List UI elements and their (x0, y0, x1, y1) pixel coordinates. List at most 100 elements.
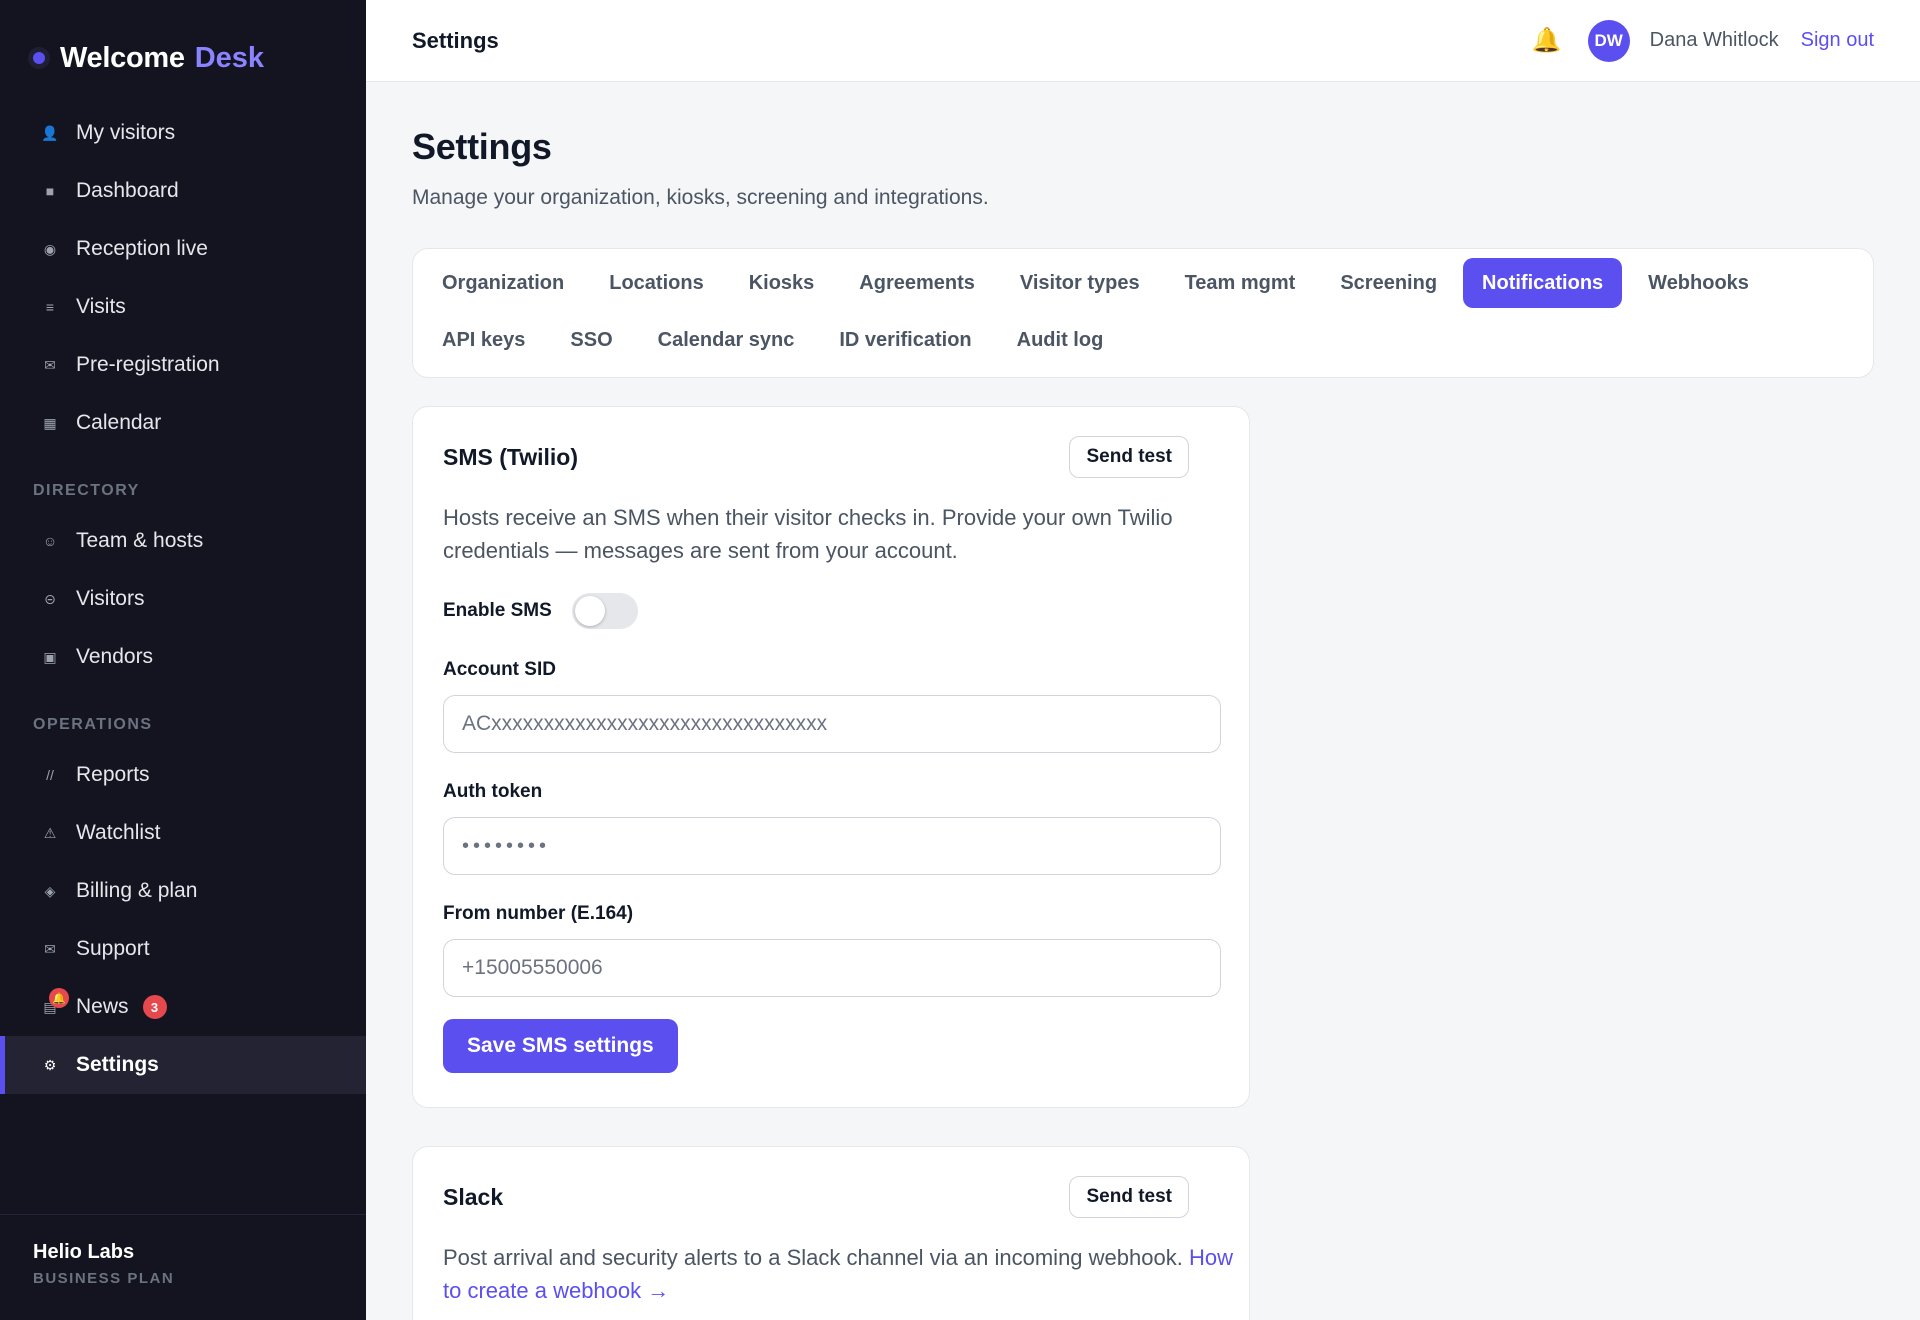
org-name: Helio Labs (33, 1241, 135, 1263)
box-icon: ▣ (43, 648, 57, 665)
tab-calendar-sync[interactable]: Calendar sync (645, 315, 808, 365)
card-description: Hosts receive an SMS when their visitor … (443, 505, 1173, 563)
section-heading-directory: DIRECTORY (33, 482, 140, 499)
notifications-bell-icon[interactable]: 🔔 (1532, 26, 1562, 55)
sidebar-item-label: Dashboard (76, 179, 179, 202)
settings-tabs: Organization Locations Kiosks Agreements… (412, 248, 1874, 378)
sidebar-item-visits[interactable]: ≡ Visits (0, 278, 366, 336)
sidebar-item-label: Team & hosts (76, 529, 204, 552)
tab-kiosks[interactable]: Kiosks (736, 258, 828, 308)
tab-notifications[interactable]: Notifications (1463, 258, 1623, 308)
tab-visitor-types[interactable]: Visitor types (1007, 258, 1153, 308)
sidebar-item-calendar[interactable]: ▦ Calendar (0, 394, 366, 452)
field-label: Enable SMS (443, 600, 552, 621)
page-subtitle: Manage your organization, kiosks, screen… (412, 186, 989, 209)
enable-sms-row: Enable SMS (443, 591, 1219, 631)
sidebar-item-label: Visitors (76, 587, 145, 610)
tab-team-mgmt[interactable]: Team mgmt (1172, 258, 1309, 308)
sidebar-item-label: Calendar (76, 411, 162, 434)
sidebar-item-reports[interactable]: // Reports (0, 746, 366, 804)
sidebar-item-visitors[interactable]: ⊝ Visitors (0, 570, 366, 628)
tab-webhooks[interactable]: Webhooks (1635, 258, 1762, 308)
sign-out-link[interactable]: Sign out (1801, 29, 1874, 52)
tab-screening[interactable]: Screening (1327, 258, 1450, 308)
minus-circle-icon: ⊝ (44, 590, 56, 607)
page-title: Settings (412, 126, 552, 167)
sidebar-item-my-visitors[interactable]: 👤 My visitors (0, 104, 366, 162)
send-test-button[interactable]: Send test (1069, 436, 1189, 478)
sidebar-item-support[interactable]: ✉ Support (0, 920, 366, 978)
save-sms-settings-button[interactable]: Save SMS settings (443, 1019, 678, 1073)
sidebar-item-label: Reports (76, 763, 150, 786)
main-content: Settings Manage your organization, kiosk… (412, 82, 1874, 1320)
sidebar-item-label: Reception live (76, 237, 208, 260)
bell-icon: 🔔 (49, 988, 69, 1008)
slash-icon: // (46, 767, 54, 783)
card-title: SMS (Twilio) (443, 443, 579, 470)
sidebar-item-billing-plan[interactable]: ◈ Billing & plan (0, 862, 366, 920)
slack-settings-card: Slack Send test Post arrival and securit… (412, 1146, 1250, 1320)
sidebar-item-news[interactable]: ▤ 🔔 News 3 (0, 978, 366, 1036)
sidebar: Welcome Desk 👤 My visitors ■ Dashboard ◉… (0, 0, 366, 1320)
sidebar-item-label: News (76, 995, 129, 1018)
topbar: Settings 🔔 DW Dana Whitlock Sign out (366, 0, 1920, 82)
square-icon: ■ (45, 183, 55, 199)
org-switcher[interactable]: Helio Labs BUSINESS PLAN (0, 1214, 366, 1320)
slack-description-text: Post arrival and security alerts to a Sl… (443, 1245, 1183, 1270)
radio-icon: ◉ (43, 240, 57, 257)
smile-icon: ☺ (42, 533, 58, 549)
sidebar-item-label: Support (76, 937, 150, 960)
sidebar-item-vendors[interactable]: ▣ Vendors (0, 628, 366, 686)
tab-agreements[interactable]: Agreements (846, 258, 988, 308)
sidebar-item-label: My visitors (76, 121, 176, 144)
tab-audit-log[interactable]: Audit log (1004, 315, 1117, 365)
mail-icon: ✉ (44, 940, 56, 957)
tab-id-verification[interactable]: ID verification (826, 315, 984, 365)
sidebar-item-label: Settings (76, 1053, 159, 1076)
sidebar-item-watchlist[interactable]: ⚠ Watchlist (0, 804, 366, 862)
tab-api-keys[interactable]: API keys (429, 315, 538, 365)
auth-token-input[interactable]: •••••••• (443, 817, 1221, 875)
brand-logo[interactable]: Welcome Desk (28, 38, 264, 78)
gear-icon: ⚙ (43, 1056, 57, 1073)
field-label: Account SID (443, 659, 556, 680)
sidebar-item-pre-registration[interactable]: ✉ Pre-registration (0, 336, 366, 394)
enable-sms-toggle[interactable] (571, 593, 638, 629)
sidebar-item-team-hosts[interactable]: ☺ Team & hosts (0, 512, 366, 570)
brand-dot-icon (28, 47, 50, 69)
grid-icon: ▦ (43, 414, 57, 431)
news-count-badge: 3 (142, 995, 167, 1019)
sidebar-item-dashboard[interactable]: ■ Dashboard (0, 162, 366, 220)
tab-locations[interactable]: Locations (596, 258, 716, 308)
topbar-user-area: 🔔 DW Dana Whitlock Sign out (1532, 19, 1874, 62)
brand-accent: Desk (194, 41, 265, 74)
sidebar-item-label: Visits (76, 295, 126, 318)
sms-settings-card: SMS (Twilio) Send test Hosts receive an … (412, 406, 1250, 1108)
sidebar-item-reception-live[interactable]: ◉ Reception live (0, 220, 366, 278)
account-sid-field: Account SID ACxxxxxxxxxxxxxxxxxxxxxxxxxx… (443, 659, 1221, 753)
card-title: Slack (443, 1183, 504, 1210)
warning-icon: ⚠ (43, 824, 57, 841)
send-test-button[interactable]: Send test (1069, 1176, 1189, 1218)
sidebar-item-label: Watchlist (76, 821, 161, 844)
from-number-input[interactable]: +15005550006 (443, 939, 1221, 997)
tab-organization[interactable]: Organization (429, 258, 577, 308)
topbar-title: Settings (412, 27, 499, 53)
sidebar-item-label: Billing & plan (76, 879, 198, 902)
sidebar-item-settings[interactable]: ⚙ Settings (0, 1036, 366, 1094)
auth-token-field: Auth token •••••••• (443, 781, 1221, 875)
tab-sso[interactable]: SSO (557, 315, 625, 365)
avatar[interactable]: DW (1587, 19, 1630, 62)
mail-icon: ✉ (44, 356, 56, 373)
account-sid-input[interactable]: ACxxxxxxxxxxxxxxxxxxxxxxxxxxxxxxxx (443, 695, 1221, 753)
sidebar-item-label: Pre-registration (76, 353, 220, 376)
sidebar-item-label: Vendors (76, 645, 154, 668)
from-number-field: From number (E.164) +15005550006 (443, 903, 1221, 997)
toggle-knob (574, 596, 605, 626)
field-label: Auth token (443, 781, 543, 802)
card-description: Post arrival and security alerts to a Sl… (443, 1241, 1233, 1307)
brand-name: Welcome (60, 41, 185, 74)
user-icon: 👤 (41, 124, 59, 141)
user-name: Dana Whitlock (1649, 29, 1779, 51)
sidebar-nav: 👤 My visitors ■ Dashboard ◉ Reception li… (0, 104, 366, 1094)
